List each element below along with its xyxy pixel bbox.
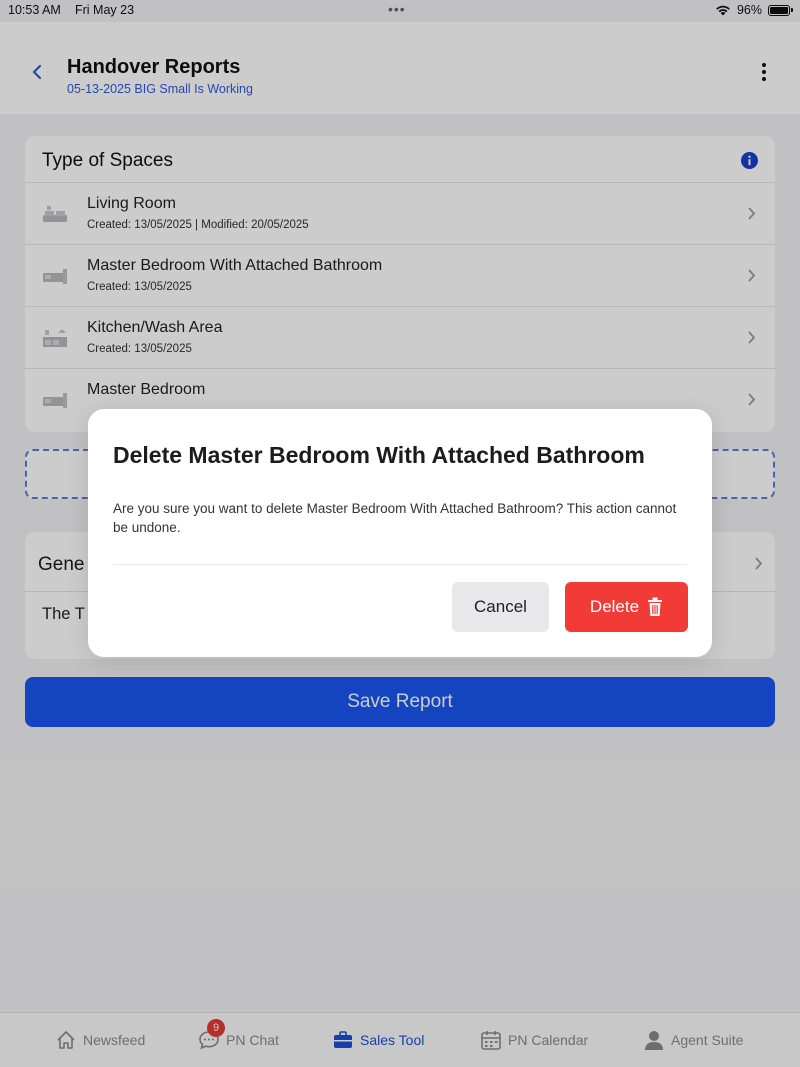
cancel-button[interactable]: Cancel (452, 582, 549, 632)
delete-label: Delete (589, 597, 640, 616)
trash-icon (648, 597, 663, 616)
delete-button[interactable]: Delete (565, 582, 688, 632)
dialog-title: Delete Master Bedroom With Attached Bath… (113, 442, 645, 468)
dialog-message: Are you sure you want to delete Master B… (113, 501, 677, 535)
delete-confirm-dialog: Delete Master Bedroom With Attached Bath… (88, 409, 712, 657)
divider (113, 564, 687, 565)
